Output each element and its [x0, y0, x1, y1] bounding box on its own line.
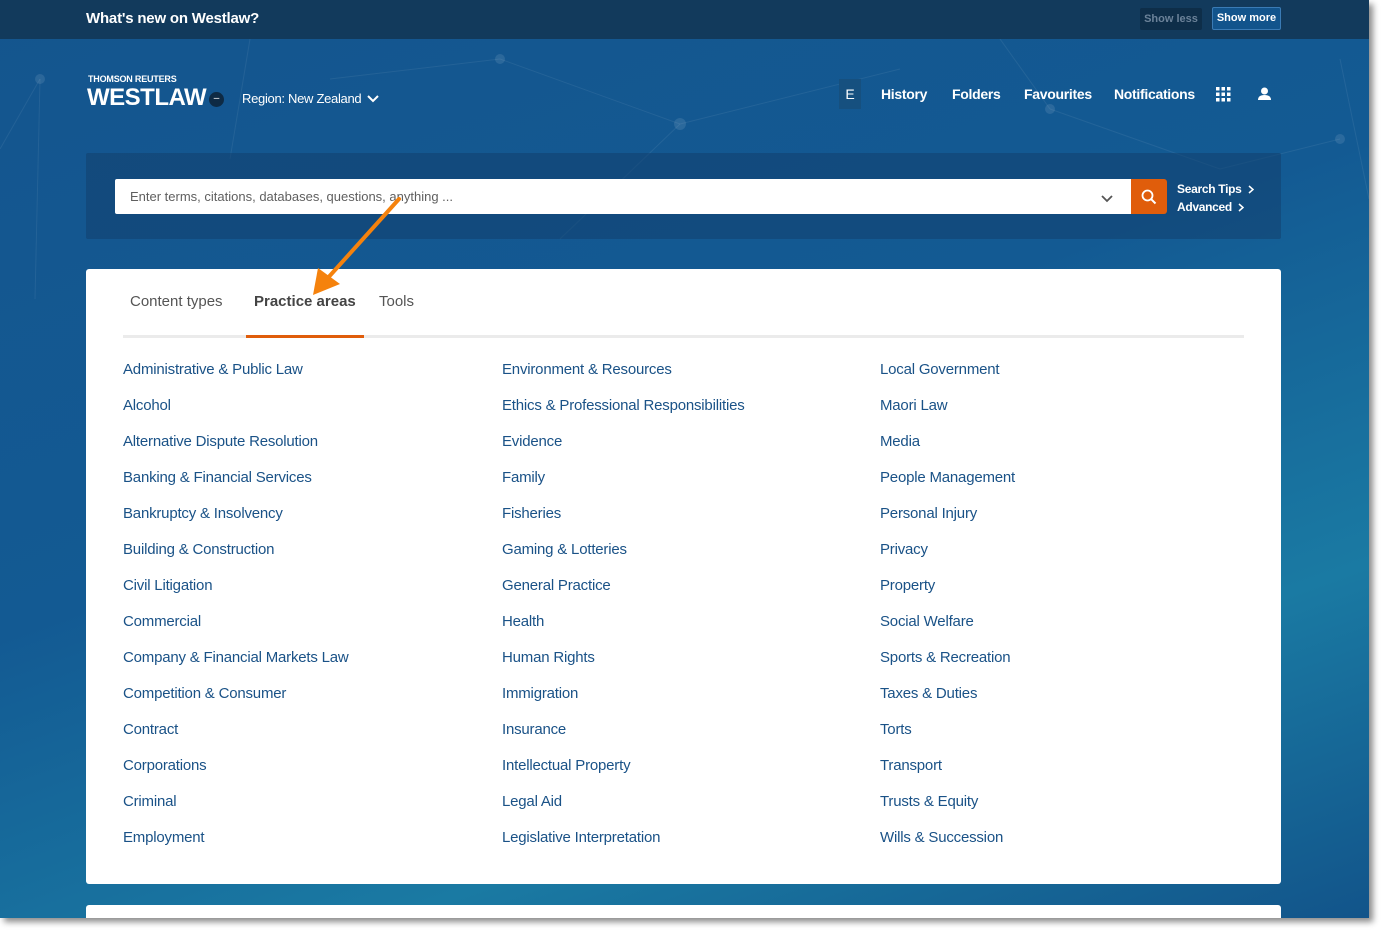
practice-area-link[interactable]: Company & Financial Markets Law — [123, 647, 349, 683]
practice-area-link[interactable]: Evidence — [502, 431, 745, 467]
show-more-button[interactable]: Show more — [1212, 7, 1281, 30]
search-icon — [1141, 189, 1157, 204]
tab-content-types[interactable]: Content types — [122, 293, 231, 335]
search-links: Search Tips Advanced — [1177, 180, 1254, 216]
practice-area-link[interactable]: Social Welfare — [880, 611, 1015, 647]
practice-area-link[interactable]: Competition & Consumer — [123, 683, 349, 719]
practice-area-link[interactable]: Alternative Dispute Resolution — [123, 431, 349, 467]
practice-area-link[interactable]: Banking & Financial Services — [123, 467, 349, 503]
practice-area-link[interactable]: Taxes & Duties — [880, 683, 1015, 719]
nav-folders[interactable]: Folders — [952, 86, 1001, 102]
practice-area-link[interactable]: Building & Construction — [123, 539, 349, 575]
practice-area-link[interactable]: Environment & Resources — [502, 359, 745, 395]
chevron-down-icon[interactable] — [1101, 190, 1113, 208]
top-nav: E History Folders Favourites Notificatio… — [0, 79, 1369, 109]
search-input[interactable] — [115, 179, 1085, 214]
practice-area-link[interactable]: Property — [880, 575, 1015, 611]
tab-practice-areas[interactable]: Practice areas — [246, 293, 364, 338]
user-initial-badge[interactable]: E — [839, 79, 861, 109]
practice-area-link[interactable]: Privacy — [880, 539, 1015, 575]
secondary-card — [86, 905, 1281, 918]
search-tips-label: Search Tips — [1177, 182, 1242, 196]
nav-notifications[interactable]: Notifications — [1114, 86, 1195, 102]
search-panel: Search Tips Advanced — [86, 153, 1281, 239]
show-less-button[interactable]: Show less — [1140, 8, 1202, 30]
practice-area-link[interactable]: Health — [502, 611, 745, 647]
practice-area-link[interactable]: Human Rights — [502, 647, 745, 683]
browse-tabs: Content types Practice areas Tools — [123, 269, 1244, 338]
practice-areas-column-3: Local Government Maori Law Media People Man… — [880, 359, 1015, 863]
practice-areas-column-1: Administrative & Public Law Alcohol Altern… — [123, 359, 349, 863]
practice-area-link[interactable]: Local Government — [880, 359, 1015, 395]
practice-area-link[interactable]: Bankruptcy & Insolvency — [123, 503, 349, 539]
practice-area-link[interactable]: Administrative & Public Law — [123, 359, 349, 395]
search-box — [115, 179, 1131, 214]
practice-area-link[interactable]: General Practice — [502, 575, 745, 611]
practice-area-link[interactable]: People Management — [880, 467, 1015, 503]
practice-area-link[interactable]: Legal Aid — [502, 791, 745, 827]
practice-area-link[interactable]: Torts — [880, 719, 1015, 755]
practice-area-link[interactable]: Personal Injury — [880, 503, 1015, 539]
practice-area-link[interactable]: Contract — [123, 719, 349, 755]
practice-area-link[interactable]: Legislative Interpretation — [502, 827, 745, 863]
practice-area-link[interactable]: Employment — [123, 827, 349, 863]
practice-area-link[interactable]: Corporations — [123, 755, 349, 791]
practice-area-link[interactable]: Transport — [880, 755, 1015, 791]
grid-icon[interactable] — [1216, 87, 1231, 107]
whats-new-banner: What's new on Westlaw? Show less Show mo… — [0, 0, 1369, 39]
person-icon[interactable] — [1258, 87, 1271, 106]
advanced-label: Advanced — [1177, 200, 1232, 214]
practice-area-link[interactable]: Ethics & Professional Responsibilities — [502, 395, 745, 431]
nav-history[interactable]: History — [881, 86, 927, 102]
practice-area-link[interactable]: Criminal — [123, 791, 349, 827]
practice-area-link[interactable]: Media — [880, 431, 1015, 467]
browse-card: Content types Practice areas Tools Admin… — [86, 269, 1281, 884]
search-tips-link[interactable]: Search Tips — [1177, 180, 1254, 198]
practice-area-link[interactable]: Maori Law — [880, 395, 1015, 431]
banner-title: What's new on Westlaw? — [86, 10, 260, 27]
practice-area-link[interactable]: Trusts & Equity — [880, 791, 1015, 827]
westlaw-page: What's new on Westlaw? Show less Show mo… — [0, 0, 1369, 918]
practice-area-link[interactable]: Gaming & Lotteries — [502, 539, 745, 575]
practice-area-link[interactable]: Sports & Recreation — [880, 647, 1015, 683]
practice-areas-column-2: Environment & Resources Ethics & Professi… — [502, 359, 745, 863]
practice-area-link[interactable]: Family — [502, 467, 745, 503]
chevron-right-icon — [1238, 202, 1244, 212]
practice-area-link[interactable]: Fisheries — [502, 503, 745, 539]
practice-area-link[interactable]: Alcohol — [123, 395, 349, 431]
practice-area-link[interactable]: Immigration — [502, 683, 745, 719]
practice-area-link[interactable]: Civil Litigation — [123, 575, 349, 611]
nav-favourites[interactable]: Favourites — [1024, 86, 1092, 102]
advanced-search-link[interactable]: Advanced — [1177, 198, 1254, 216]
practice-area-link[interactable]: Insurance — [502, 719, 745, 755]
chevron-right-icon — [1248, 184, 1254, 194]
practice-area-link[interactable]: Commercial — [123, 611, 349, 647]
practice-area-link[interactable]: Wills & Succession — [880, 827, 1015, 863]
search-button[interactable] — [1131, 179, 1167, 214]
tab-tools[interactable]: Tools — [371, 293, 422, 335]
practice-area-link[interactable]: Intellectual Property — [502, 755, 745, 791]
